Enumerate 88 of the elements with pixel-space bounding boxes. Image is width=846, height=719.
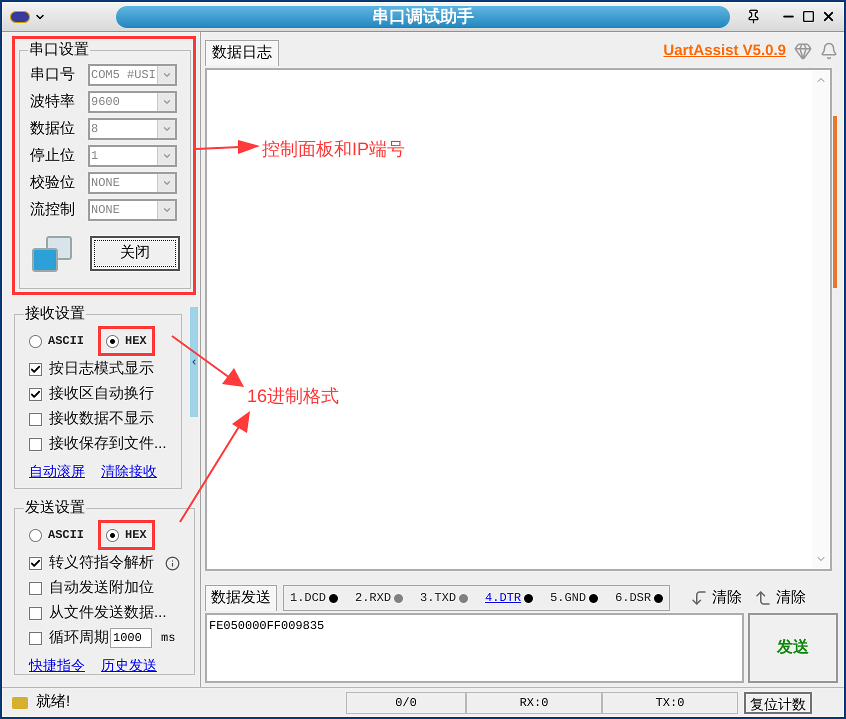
bell-icon[interactable] [820, 42, 838, 60]
dropdown[interactable]: NONE [88, 199, 177, 221]
checkbox[interactable] [29, 606, 42, 620]
dropdown[interactable]: NONE [88, 172, 177, 194]
clear-button[interactable]: 清除 [754, 586, 806, 610]
status-field: TX:0 [602, 692, 738, 714]
radio-label: HEX [125, 333, 147, 350]
scrollbar[interactable] [812, 70, 830, 569]
radio-button[interactable] [29, 334, 42, 348]
pin-label[interactable]: 6.DSR [615, 589, 652, 607]
annotation-text: 控制面板和IP端号 [262, 138, 406, 161]
caret-icon [162, 151, 172, 161]
radio-label: ASCII [48, 527, 84, 544]
option-label: 循环周期 [49, 628, 109, 648]
checkbox[interactable] [29, 632, 42, 644]
link[interactable]: 历史发送 [101, 654, 157, 676]
group-title: 串口设置 [28, 40, 90, 60]
pin-label[interactable]: 5.GND [550, 589, 586, 607]
radio-label: HEX [125, 527, 147, 544]
down-arrow-icon [690, 589, 708, 607]
pin-icon[interactable] [746, 9, 761, 24]
field-label: 数据位 [30, 118, 76, 139]
group-title: 接收设置 [24, 304, 86, 324]
link[interactable]: 自动滚屏 [29, 460, 85, 482]
option-label: 接收数据不显示 [49, 408, 154, 429]
field-label: 波特率 [30, 92, 76, 112]
radio-button[interactable] [29, 528, 42, 542]
serial-port-icon [32, 236, 72, 272]
checkbox[interactable] [29, 412, 42, 426]
dropdown[interactable]: COM5 #USI [88, 64, 177, 86]
status-text: 就绪! [36, 692, 72, 712]
field-label: 停止位 [30, 146, 76, 166]
field-label: 串口号 [30, 64, 76, 85]
checkbox[interactable] [29, 556, 42, 570]
close-port-button[interactable]: 关闭 [90, 236, 180, 271]
option-label: 按日志模式显示 [49, 358, 154, 379]
log-tab[interactable]: 数据日志 [205, 40, 279, 66]
ready-icon [12, 696, 28, 708]
logo-icon [10, 10, 30, 22]
period-field[interactable]: 1000 [110, 628, 152, 648]
caret-icon [162, 97, 172, 107]
pin-label[interactable]: 2.RXD [355, 589, 392, 607]
send-button[interactable]: 发送 [748, 613, 838, 683]
option-label: 从文件发送数据... [49, 602, 167, 623]
splitter[interactable] [190, 307, 198, 417]
maximize-icon[interactable] [802, 10, 815, 23]
link[interactable]: 快捷指令 [29, 654, 85, 676]
field-label: 校验位 [30, 172, 76, 193]
dropdown[interactable]: 1 [88, 145, 177, 167]
pin-label[interactable]: 3.TXD [420, 589, 456, 607]
group-title: 发送设置 [24, 498, 86, 518]
checkbox[interactable] [29, 438, 42, 450]
radio-button[interactable] [106, 334, 120, 348]
caret-icon [162, 70, 172, 80]
option-label: 自动发送附加位 [49, 578, 154, 598]
reset-count-button[interactable]: 复位计数 [744, 692, 812, 714]
caret-icon [162, 205, 172, 215]
option-label: 转义符指令解析 [49, 552, 154, 573]
checkbox[interactable] [29, 388, 42, 400]
scroll-thumb[interactable] [833, 116, 837, 288]
collapse-icon [190, 357, 198, 367]
caret-icon [162, 124, 172, 134]
send-tab[interactable]: 数据发送 [205, 585, 277, 611]
option-label: 接收保存到文件... [49, 434, 167, 454]
caret-icon [162, 178, 172, 188]
close-icon[interactable] [821, 9, 836, 24]
log-area[interactable] [205, 68, 832, 571]
checkbox[interactable] [29, 362, 42, 376]
link[interactable]: 清除接收 [101, 460, 157, 482]
diamond-icon[interactable] [794, 42, 812, 60]
option-label: 接收区自动换行 [49, 384, 154, 404]
send-input[interactable]: FE050000FF009835 [205, 613, 744, 683]
clear-button[interactable]: 清除 [690, 586, 742, 610]
status-field: 0/0 [346, 692, 466, 714]
annotation-text: 16进制格式 [247, 385, 340, 408]
radio-label: ASCII [48, 333, 84, 350]
unit-label: ms [161, 630, 176, 647]
window-title: 串口调试助手 [372, 6, 474, 28]
status-field: RX:0 [466, 692, 602, 714]
pin-label[interactable]: 4.DTR [485, 589, 522, 607]
info-icon[interactable] [165, 556, 180, 570]
up-arrow-icon [754, 589, 772, 607]
checkbox[interactable] [29, 582, 42, 594]
dropdown[interactable]: 8 [88, 118, 177, 140]
radio-button[interactable] [106, 528, 120, 542]
field-label: 流控制 [30, 200, 76, 220]
pin-label[interactable]: 1.DCD [290, 589, 326, 607]
dropdown[interactable]: 9600 [88, 91, 177, 113]
